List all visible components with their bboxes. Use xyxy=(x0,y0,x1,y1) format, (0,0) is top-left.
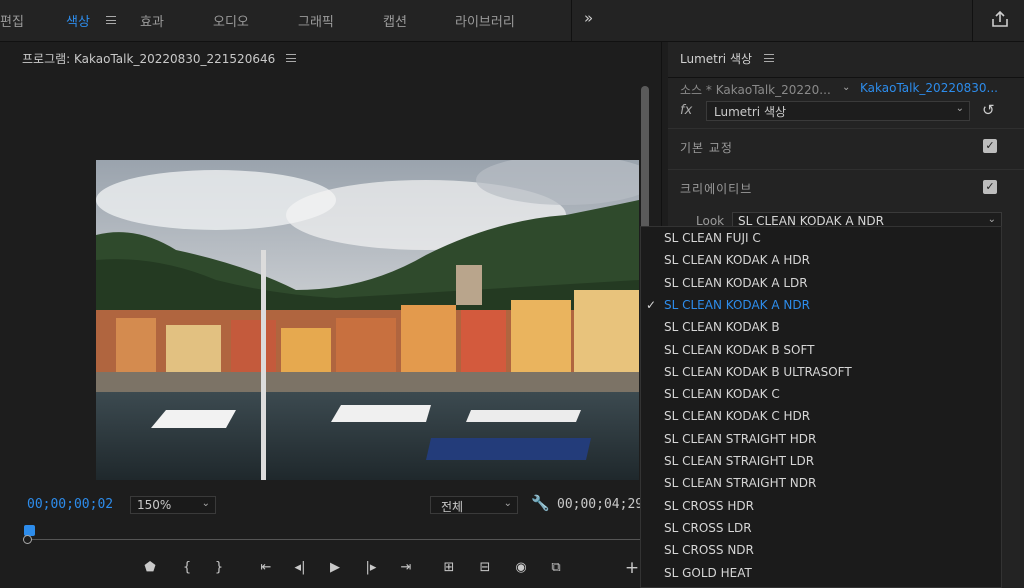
mark-in-icon[interactable]: { xyxy=(176,557,198,579)
workspace-libraries[interactable]: 라이브러리 xyxy=(455,11,515,30)
look-option[interactable]: SL CLEAN STRAIGHT HDR xyxy=(641,428,1001,450)
lift-icon[interactable]: ⊞ xyxy=(438,557,460,579)
basic-correction-label: 기본 교정 xyxy=(680,141,733,155)
look-option[interactable]: SL CLEAN KODAK B SOFT xyxy=(641,339,1001,361)
tab-sequence[interactable]: KakaoTalk_20220830... xyxy=(860,81,998,95)
program-panel-menu-icon[interactable] xyxy=(286,54,296,62)
creative-label: 크리에이티브 xyxy=(680,182,753,196)
look-option-label: SL CROSS NDR xyxy=(664,543,754,558)
workspace-effects[interactable]: 효과 xyxy=(140,11,164,30)
step-back-icon[interactable]: ◂| xyxy=(289,557,311,579)
current-timecode[interactable]: 00;00;00;02 xyxy=(27,497,113,512)
look-option-label: SL CLEAN STRAIGHT NDR xyxy=(664,476,817,491)
look-option-label: SL CLEAN KODAK A LDR xyxy=(664,275,808,290)
program-monitor-panel: 프로그램: KakaoTalk_20220830_221520646 00;00… xyxy=(8,42,662,588)
chevron-down-icon: ⌄ xyxy=(987,214,996,225)
look-option-label: SL CLEAN KODAK A HDR xyxy=(664,253,810,268)
look-option-label: SL CLEAN FUJI C xyxy=(664,231,761,245)
look-option[interactable]: ✓ SL CLEAN KODAK A NDR xyxy=(641,294,1001,316)
basic-correction-checkbox[interactable]: ✓ xyxy=(983,139,997,153)
look-option[interactable]: SL CLEAN STRAIGHT LDR xyxy=(641,450,1001,472)
program-monitor-title: 프로그램: KakaoTalk_20220830_221520646 xyxy=(22,52,276,66)
source-sequence-tabs: 소스 * KakaoTalk_20220... ⌄ KakaoTalk_2022… xyxy=(668,77,1024,99)
comparison-view-icon[interactable]: ⧉ xyxy=(545,557,567,579)
workspace-color[interactable]: 색상 xyxy=(66,11,90,30)
resolution-value: 전체 xyxy=(441,500,464,514)
look-option[interactable]: SL CROSS LDR xyxy=(641,517,1001,539)
share-icon[interactable] xyxy=(990,10,1010,32)
workspace-audio[interactable]: 오디오 xyxy=(213,11,249,30)
lumetri-panel-title: Lumetri 색상 xyxy=(680,52,753,66)
look-dropdown-list: SL CLEAN FUJI C SL CLEAN KODAK A HDR SL CL… xyxy=(640,226,1002,588)
look-option-label: SL CLEAN KODAK B ULTRASOFT xyxy=(664,364,852,379)
look-option[interactable]: SL CLEAN KODAK C HDR xyxy=(641,405,1001,427)
look-option[interactable]: SL CLEAN KODAK B xyxy=(641,316,1001,338)
fx-icon: fx xyxy=(680,103,693,118)
look-option-label: SL CLEAN STRAIGHT LDR xyxy=(664,454,815,468)
add-marker-icon[interactable]: ⬟ xyxy=(139,557,161,579)
go-to-in-icon[interactable]: ⇤ xyxy=(255,557,277,579)
chevron-down-icon: ⌄ xyxy=(955,103,964,114)
look-option[interactable]: SL CROSS NDR xyxy=(641,539,1001,561)
chevron-down-icon: ⌄ xyxy=(201,498,210,509)
divider xyxy=(972,0,973,42)
look-option-label: SL CLEAN KODAK B xyxy=(664,320,780,335)
zoom-value: 150% xyxy=(137,498,172,512)
play-icon[interactable]: ▶ xyxy=(324,557,346,579)
workspace-edit[interactable]: 편집 xyxy=(0,11,24,30)
workspace-bar: 편집 색상 효과 오디오 그래픽 캡션 라이브러리 » xyxy=(0,0,1024,42)
more-workspaces-icon[interactable]: » xyxy=(584,9,593,27)
effect-select-value: Lumetri 색상 xyxy=(714,105,787,119)
basic-correction-section[interactable]: 기본 교정 ✓ xyxy=(668,128,1024,164)
look-option-label: SL CLEAN KODAK C xyxy=(664,387,780,402)
extract-icon[interactable]: ⊟ xyxy=(474,557,496,579)
divider xyxy=(571,0,572,42)
look-option-label: SL CROSS HDR xyxy=(664,498,754,513)
go-to-out-icon[interactable]: ⇥ xyxy=(395,557,417,579)
premiere-window: 편집 색상 효과 오디오 그래픽 캡션 라이브러리 » 프로그램: KakaoT… xyxy=(0,0,1024,588)
playback-resolution-select[interactable]: 전체 ⌄ xyxy=(430,496,518,514)
step-forward-icon[interactable]: |▸ xyxy=(360,557,382,579)
settings-wrench-icon[interactable]: 🔧 xyxy=(531,494,550,512)
reset-icon[interactable]: ↺ xyxy=(982,101,995,119)
lumetri-panel-menu-icon[interactable] xyxy=(764,54,774,62)
look-option-label: SL CROSS LDR xyxy=(664,520,752,535)
checkmark-icon: ✓ xyxy=(646,297,657,312)
look-option[interactable]: SL CROSS HDR xyxy=(641,495,1001,517)
look-option[interactable]: SL CLEAN KODAK C xyxy=(641,383,1001,405)
chevron-down-icon[interactable]: ⌄ xyxy=(842,82,850,93)
effect-row: fx Lumetri 색상 ⌄ ↺ xyxy=(668,100,1024,126)
look-option[interactable]: SL CLEAN FUJI C xyxy=(641,227,1001,249)
look-option[interactable]: SL CLEAN KODAK B ULTRASOFT xyxy=(641,361,1001,383)
export-frame-icon[interactable]: ◉ xyxy=(510,557,532,579)
look-option-label: SL CLEAN KODAK C HDR xyxy=(664,409,811,424)
workspace-captions[interactable]: 캡션 xyxy=(383,11,407,30)
mark-out-icon[interactable]: } xyxy=(208,557,230,579)
look-option[interactable]: SL CLEAN KODAK A HDR xyxy=(641,249,1001,271)
time-ruler[interactable] xyxy=(22,522,642,544)
look-option-label: SL CLEAN KODAK A NDR xyxy=(664,297,810,312)
look-option-label: SL CLEAN KODAK B SOFT xyxy=(664,342,815,357)
ruler-line xyxy=(30,539,642,540)
workspace-menu-icon[interactable] xyxy=(106,16,116,24)
look-option-label: SL GOLD HEAT xyxy=(664,565,752,580)
duration-timecode: 00;00;04;29 xyxy=(557,497,644,512)
zoom-select[interactable]: 150% ⌄ xyxy=(130,496,216,514)
look-option[interactable]: SL CLEAN KODAK A LDR xyxy=(641,272,1001,294)
look-option[interactable]: SL GOLD HEAT xyxy=(641,562,1001,584)
workspace-graphics[interactable]: 그래픽 xyxy=(298,11,334,30)
creative-checkbox[interactable]: ✓ xyxy=(983,180,997,194)
video-frame xyxy=(96,160,639,480)
effect-select[interactable]: Lumetri 색상 ⌄ xyxy=(706,101,970,121)
chevron-down-icon: ⌄ xyxy=(503,498,512,509)
scrollbar-thumb[interactable] xyxy=(641,86,649,246)
creative-section[interactable]: 크리에이티브 ✓ xyxy=(668,169,1024,205)
transport-controls: ⬟ { } ⇤ ◂| ▶ |▸ ⇥ ⊞ ⊟ ◉ ⧉ + xyxy=(8,557,662,581)
playhead-handle[interactable] xyxy=(23,535,32,544)
look-option[interactable]: SL CLEAN STRAIGHT NDR xyxy=(641,472,1001,494)
tab-source[interactable]: 소스 * KakaoTalk_20220... xyxy=(680,81,831,98)
look-option-label: SL CLEAN STRAIGHT HDR xyxy=(664,431,817,446)
